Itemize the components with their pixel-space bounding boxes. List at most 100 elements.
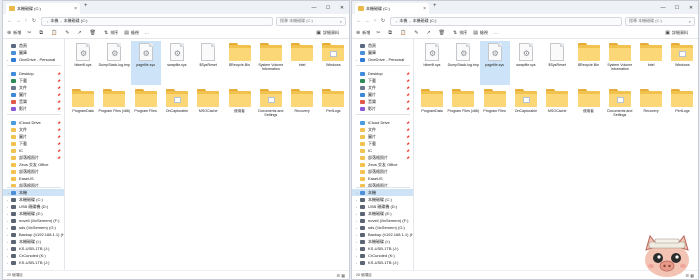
paste-button[interactable]: 📋 (51, 30, 59, 36)
sidebar-item[interactable]: › novell (\\ixSemem) (F:) (3, 217, 64, 224)
cut-button[interactable]: ✂ (27, 30, 33, 36)
file-item[interactable]: System Volume Information (256, 41, 286, 85)
sidebar-item[interactable]: 文件 📌 (3, 84, 64, 91)
address-field[interactable]: › 本機 › 本機磁碟 (C:) (41, 16, 273, 26)
minimize-button[interactable]: — (656, 1, 670, 14)
sidebar-item[interactable]: EaseUS (3, 175, 64, 182)
sidebar-item[interactable]: 音樂 📌 (3, 98, 64, 105)
sidebar-item[interactable]: › USB 磁碟機 (D:) (3, 203, 64, 210)
sidebar-item[interactable]: › sds (\\ixSemem) (G:) (3, 224, 64, 231)
sidebar-item[interactable]: 圖片 📌 (352, 91, 413, 98)
maximize-button[interactable]: ☐ (670, 1, 684, 14)
close-button[interactable]: ✕ (335, 1, 349, 14)
sidebar-item[interactable]: 圖片 📌 (3, 133, 64, 140)
file-item[interactable]: Program Files (x86) (448, 87, 479, 131)
file-item[interactable]: System Volume Information (605, 41, 635, 85)
file-item[interactable]: MSOCache (193, 87, 223, 131)
file-item[interactable]: $Recycle.Bin (225, 41, 255, 85)
copy-button[interactable]: ⧉ (39, 30, 45, 36)
sidebar-item[interactable]: 部落格照片 (352, 168, 413, 175)
sidebar-item[interactable]: › KS-USB-1TB (J:) (3, 259, 64, 266)
file-item[interactable]: ⚙ swapfile.sys (511, 41, 541, 85)
sidebar-item[interactable]: 部落格照片 📌 (352, 154, 413, 161)
up-button[interactable]: ↑ (371, 18, 379, 24)
breadcrumb-item[interactable]: 本機 (50, 18, 58, 24)
sidebar-item[interactable]: 文件 📌 (352, 84, 413, 91)
copy-button[interactable]: ⧉ (388, 30, 394, 36)
file-item[interactable]: Documents and Settings (605, 87, 635, 131)
share-button[interactable]: ↗ (426, 30, 432, 36)
file-item[interactable]: ⚙ DumpStack.log.tmp (99, 41, 130, 85)
file-item[interactable]: ⚙ hiberfil.sys (417, 41, 447, 85)
share-button[interactable]: ↗ (77, 30, 83, 36)
tab-close-icon[interactable]: × (423, 6, 426, 12)
sidebar-item[interactable]: ⌄ 本機 (352, 189, 413, 196)
more-button[interactable]: ··· (145, 31, 149, 36)
new-button[interactable]: ⊕ 新增 (356, 30, 370, 36)
file-item[interactable]: PerfLogs (318, 87, 348, 131)
up-button[interactable]: ↑ (22, 18, 30, 24)
maximize-button[interactable]: ☐ (321, 1, 335, 14)
sidebar-item[interactable]: › CrCunoled (K:) (352, 252, 413, 259)
sidebar-item[interactable]: › OneDrive - Personal (352, 56, 413, 63)
sidebar-item[interactable]: 首頁 (352, 42, 413, 49)
file-item[interactable]: ⚙ pagefile.sys (130, 41, 161, 85)
tab-this-drive[interactable]: 本機磁碟 (C:) × (6, 3, 80, 14)
sidebar-item[interactable]: 下載 📌 (3, 77, 64, 84)
address-field[interactable]: › 本機 › 本機磁碟 (C:) (390, 16, 622, 26)
details-pane-button[interactable]: ▣ 詳細資料 (316, 30, 339, 36)
back-button[interactable]: ← (355, 18, 363, 24)
delete-button[interactable]: 🗑 (439, 30, 447, 36)
breadcrumb-item[interactable]: 本機 (399, 18, 407, 24)
sidebar-item[interactable]: 影片 📌 (3, 105, 64, 112)
file-item[interactable]: Documents and Settings (256, 87, 286, 131)
file-item[interactable]: MSOCache (542, 87, 572, 131)
sidebar-item[interactable]: 影片 📌 (352, 105, 413, 112)
sidebar-item[interactable]: Zeus 交友 Office (3, 161, 64, 168)
sidebar-item[interactable]: › KS-USB-1TB (J:) (3, 245, 64, 252)
file-item[interactable]: ⚙ DumpStack.log.tmp (448, 41, 479, 85)
file-item[interactable]: $SysReset (193, 41, 223, 85)
sidebar-item[interactable]: › 本機磁碟 (I:) (3, 238, 64, 245)
file-item[interactable]: Program Files (480, 87, 510, 131)
sidebar-item[interactable]: › novell (\\ixSemem) (F:) (352, 217, 413, 224)
file-item[interactable]: OnCapturable (162, 87, 192, 131)
back-button[interactable]: ← (6, 18, 14, 24)
file-item[interactable]: Recovery (287, 87, 317, 131)
sidebar-item[interactable]: 圖庫 (352, 49, 413, 56)
sidebar-item[interactable]: › 本機磁碟 (C:) (3, 196, 64, 203)
file-item[interactable]: Intel (287, 41, 317, 85)
sidebar-item[interactable]: › KS-USB-1TB (J:) (352, 259, 413, 266)
paste-button[interactable]: 📋 (400, 30, 408, 36)
sidebar-item[interactable]: › 本機磁碟 (E:) (352, 210, 413, 217)
search-input[interactable]: 搜尋 本機磁碟 (C:) ⌕ (276, 16, 346, 26)
sidebar-item[interactable]: Zeus 交友 Office (352, 161, 413, 168)
delete-button[interactable]: 🗑 (90, 30, 98, 36)
new-button[interactable]: ⊕ 新增 (7, 30, 21, 36)
sidebar-item[interactable]: 下載 📌 (3, 140, 64, 147)
file-item[interactable]: $Recycle.Bin (574, 41, 604, 85)
minimize-button[interactable]: — (307, 1, 321, 14)
file-item[interactable]: Intel (636, 41, 666, 85)
file-item[interactable]: 使用者 (225, 87, 255, 131)
sidebar-item[interactable]: 下載 📌 (352, 140, 413, 147)
file-item[interactable]: Windows (667, 41, 697, 85)
refresh-button[interactable]: ↻ (379, 18, 387, 24)
search-input[interactable]: 搜尋 本機磁碟 (C:) ⌕ (625, 16, 695, 26)
sidebar-item[interactable]: 文件 📌 (352, 126, 413, 133)
sidebar-item[interactable]: › sds (\\ixSemem) (G:) (352, 224, 413, 231)
tab-close-icon[interactable]: × (74, 6, 77, 12)
sidebar-item[interactable]: 文件 📌 (3, 126, 64, 133)
sidebar-item[interactable]: 下載 📌 (352, 77, 413, 84)
sidebar-item[interactable]: ⌄ 本機 (3, 189, 64, 196)
file-item[interactable]: 使用者 (574, 87, 604, 131)
sidebar-item[interactable]: EaseUS (352, 175, 413, 182)
sidebar-item[interactable]: 圖庫 (3, 49, 64, 56)
file-item[interactable]: ⚙ hiberfil.sys (68, 41, 98, 85)
close-button[interactable]: ✕ (684, 1, 698, 14)
sidebar-item[interactable]: Desktop 📌 (352, 70, 413, 77)
view-button[interactable]: ▤ 檢視 (124, 30, 139, 36)
sidebar-item[interactable]: iCloud Drive 📌 (352, 119, 413, 126)
sidebar-item[interactable]: › Backup (\\192.168.1.1) (H:) (352, 231, 413, 238)
sidebar-item[interactable]: 首頁 (3, 42, 64, 49)
